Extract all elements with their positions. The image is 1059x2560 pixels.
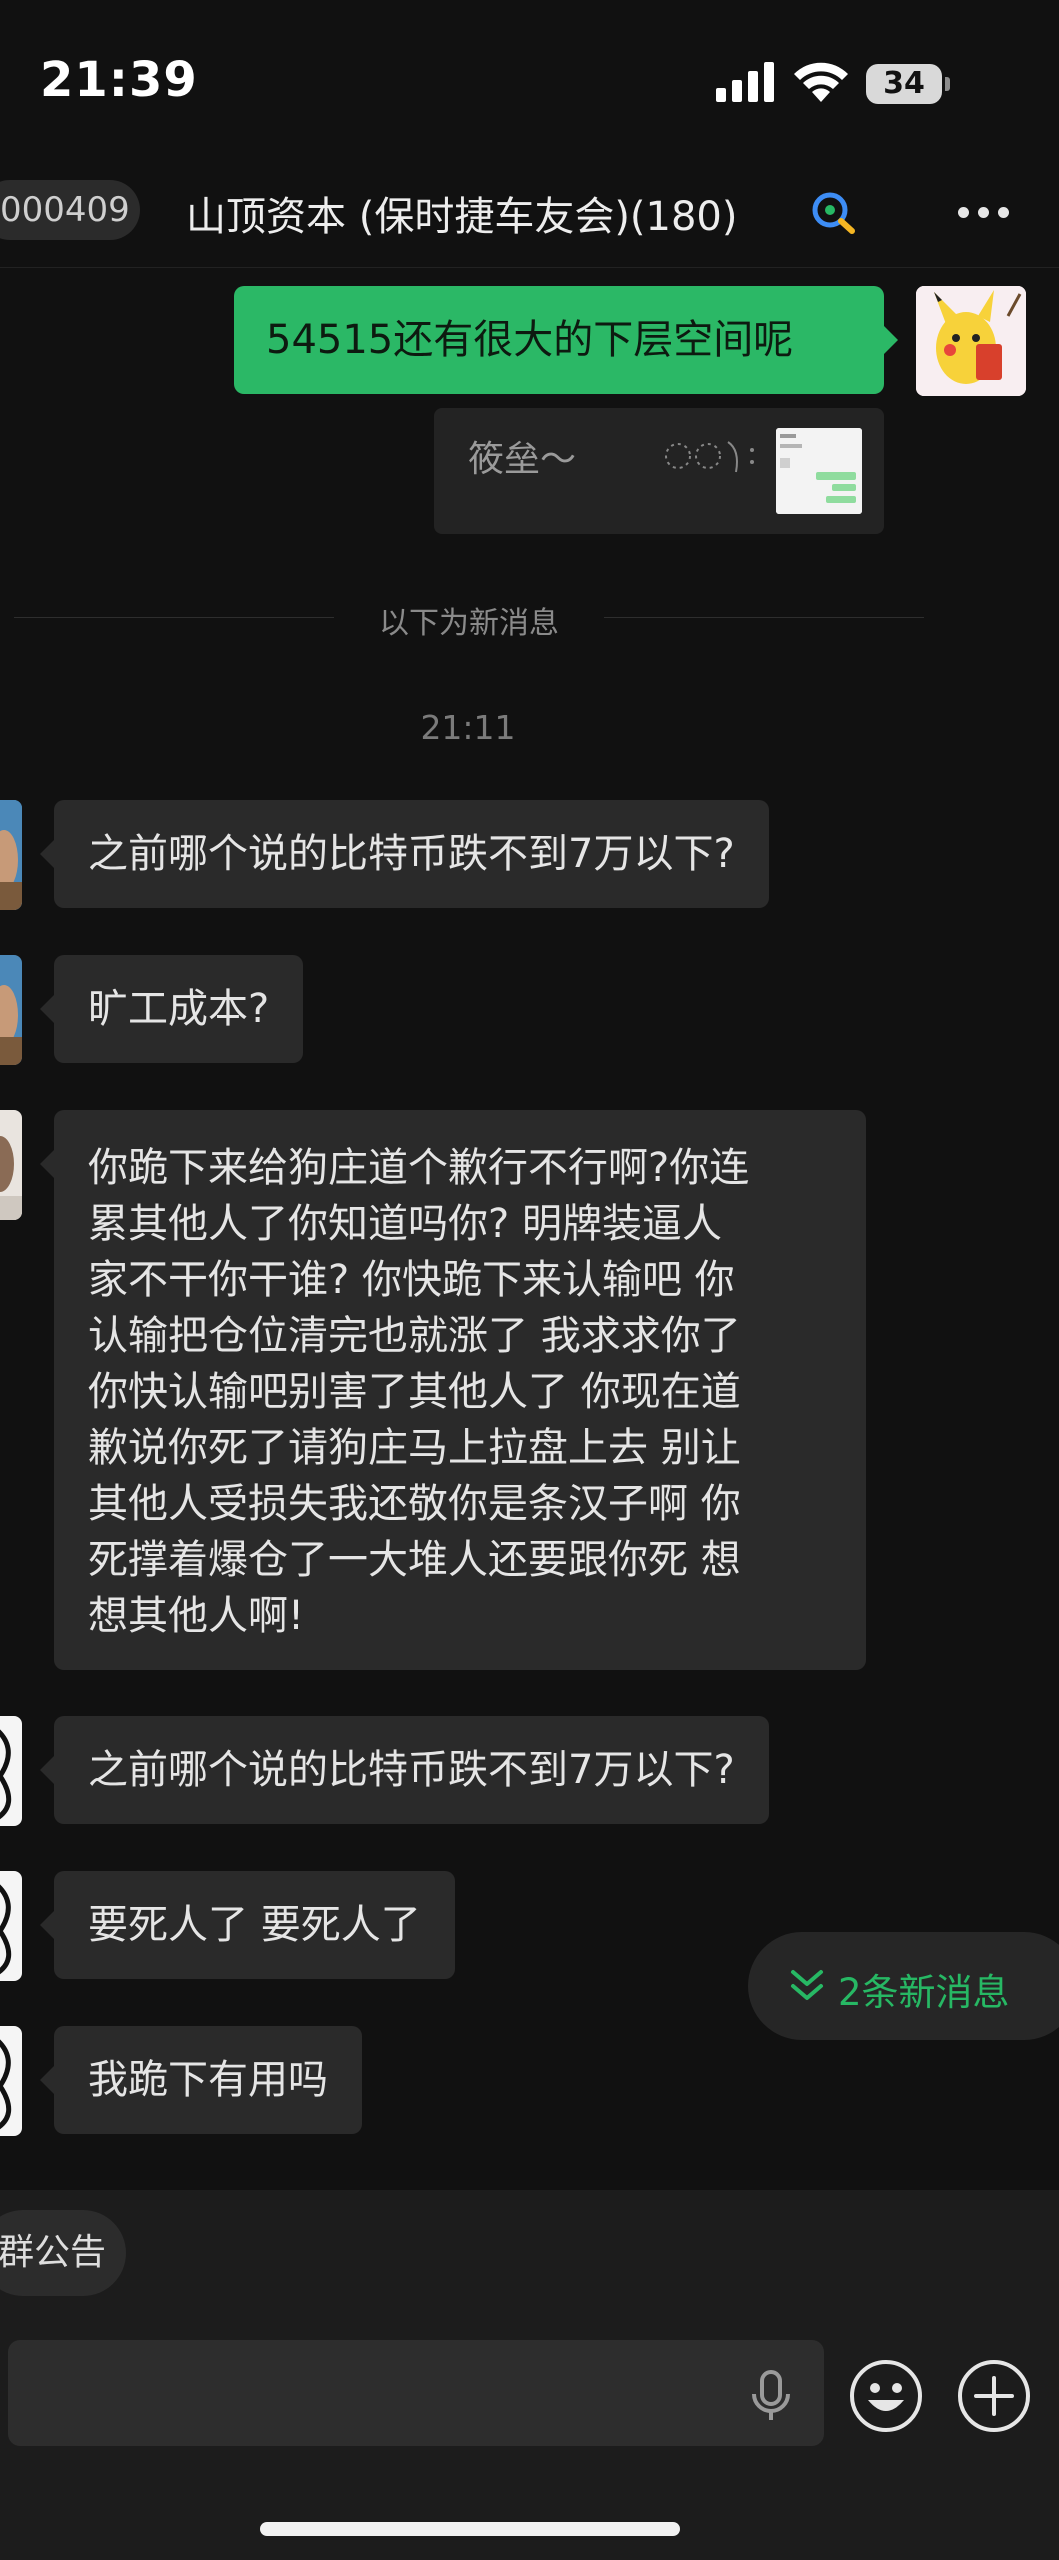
message-timestamp: 21:11 [420, 708, 516, 747]
status-time: 21:39 [40, 52, 198, 108]
avatar[interactable] [0, 955, 22, 1065]
incoming-message[interactable]: 之前哪个说的比特币跌不到7万以下? [40, 800, 769, 908]
chat-header: 000409 山顶资本 (保时捷车友会)(180) [0, 150, 1059, 268]
quote-text: 筱垒～ [468, 439, 577, 480]
battery-level: 34 [883, 66, 925, 101]
quoted-message[interactable]: 筱垒～ [434, 408, 884, 534]
new-messages-divider-label: 以下为新消息 [379, 606, 559, 641]
avatar[interactable] [916, 286, 1026, 396]
wifi-icon [794, 62, 848, 102]
avatar[interactable] [0, 2026, 22, 2136]
new-messages-button[interactable]: 2条新消息 [748, 1932, 1059, 2040]
search-chat-icon[interactable] [810, 190, 856, 234]
input-bar: 群公告 [0, 2190, 1059, 2560]
message-input[interactable] [8, 2340, 824, 2446]
back-button[interactable]: 000409 [0, 180, 140, 240]
new-messages-divider-left [14, 617, 334, 618]
chat-title[interactable]: 山顶资本 (保时捷车友会)(180) [186, 184, 737, 242]
incoming-message[interactable]: 你跪下来给狗庄道个歉行不行啊?你连 累其他人了你知道吗你? 明牌装逼人 家不干你… [40, 1110, 866, 1670]
avatar[interactable] [0, 800, 22, 910]
incoming-message[interactable]: 我跪下有用吗 [40, 2026, 362, 2134]
pikachu-avatar-image [916, 286, 1026, 396]
more-icon[interactable] [956, 204, 1012, 220]
sticker-preview-icon [665, 441, 754, 473]
avatar[interactable] [0, 1716, 22, 1826]
signal-icon [716, 62, 774, 102]
home-indicator [260, 2522, 680, 2536]
new-messages-label: 2条新消息 [838, 1971, 1010, 2014]
group-notice-button[interactable]: 群公告 [0, 2210, 126, 2296]
outgoing-message[interactable]: 54515还有很大的下层空间呢 [234, 286, 898, 394]
status-bar: 21:39 34 [0, 0, 1059, 150]
plus-icon[interactable] [956, 2358, 1032, 2434]
avatar[interactable] [0, 1871, 22, 1981]
emoji-icon[interactable] [848, 2358, 924, 2434]
battery-icon: 34 [866, 64, 950, 104]
avatar[interactable] [0, 1110, 22, 1220]
quote-thumbnail [776, 428, 862, 514]
mic-icon[interactable] [746, 2368, 796, 2424]
chevrons-down-icon [791, 1970, 823, 2000]
incoming-message[interactable]: 旷工成本? [39, 955, 304, 1063]
incoming-message[interactable]: 要死人了 要死人了 [40, 1871, 455, 1979]
new-messages-divider-right [604, 617, 924, 618]
incoming-message[interactable]: 之前哪个说的比特币跌不到7万以下? [40, 1716, 769, 1824]
